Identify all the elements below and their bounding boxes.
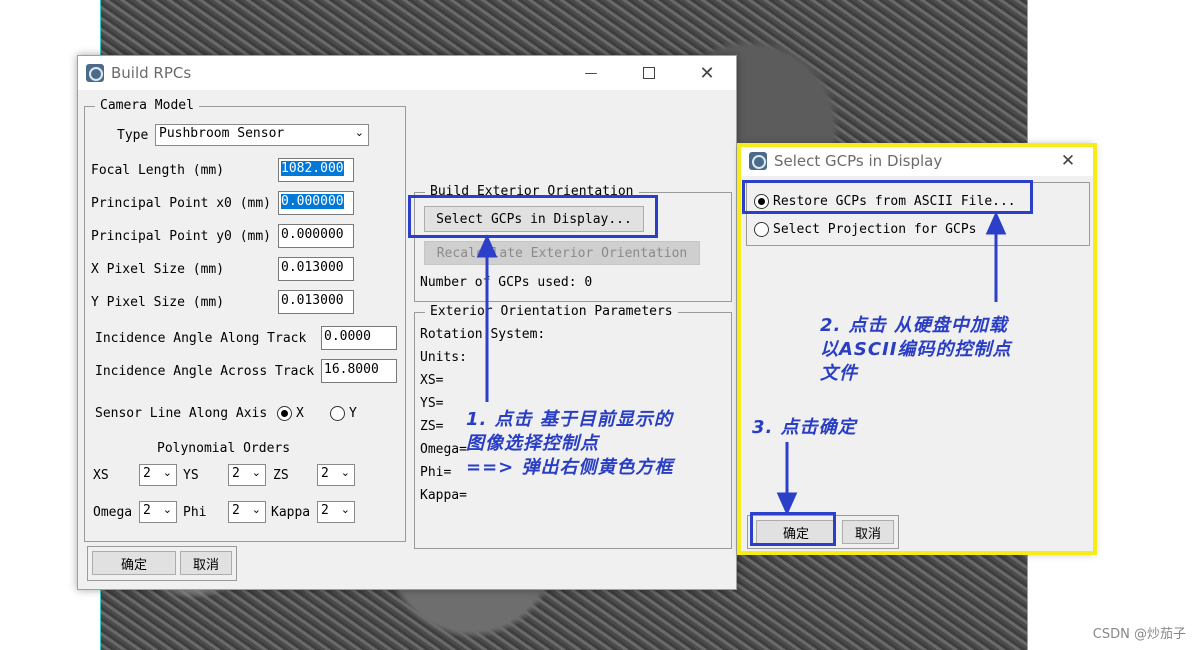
annotation-1-line-3: ==> 弹出右侧黄色方框 xyxy=(466,457,674,478)
arrow-3-head xyxy=(776,492,798,516)
annotation-1-line-2: 图像选择控制点 xyxy=(466,433,599,454)
annotation-2-line-2: 以ASCII编码的控制点 xyxy=(820,339,1012,360)
annotation-arrows xyxy=(476,211,1007,516)
arrow-2-head xyxy=(985,211,1007,235)
annotation-1: 1. 点击 基于目前显示的 图像选择控制点 ==> 弹出右侧黄色方框 xyxy=(466,408,674,480)
annotation-2-line-1: 2. 点击 从硬盘中加载 xyxy=(820,315,1008,336)
annotation-1-line-1: 1. 点击 基于目前显示的 xyxy=(466,409,673,430)
annotation-2: 2. 点击 从硬盘中加载 以ASCII编码的控制点 文件 xyxy=(820,314,1012,386)
arrow-1-head xyxy=(476,234,498,258)
annotation-2-line-3: 文件 xyxy=(820,363,858,384)
annotation-3: 3. 点击确定 xyxy=(752,417,857,438)
